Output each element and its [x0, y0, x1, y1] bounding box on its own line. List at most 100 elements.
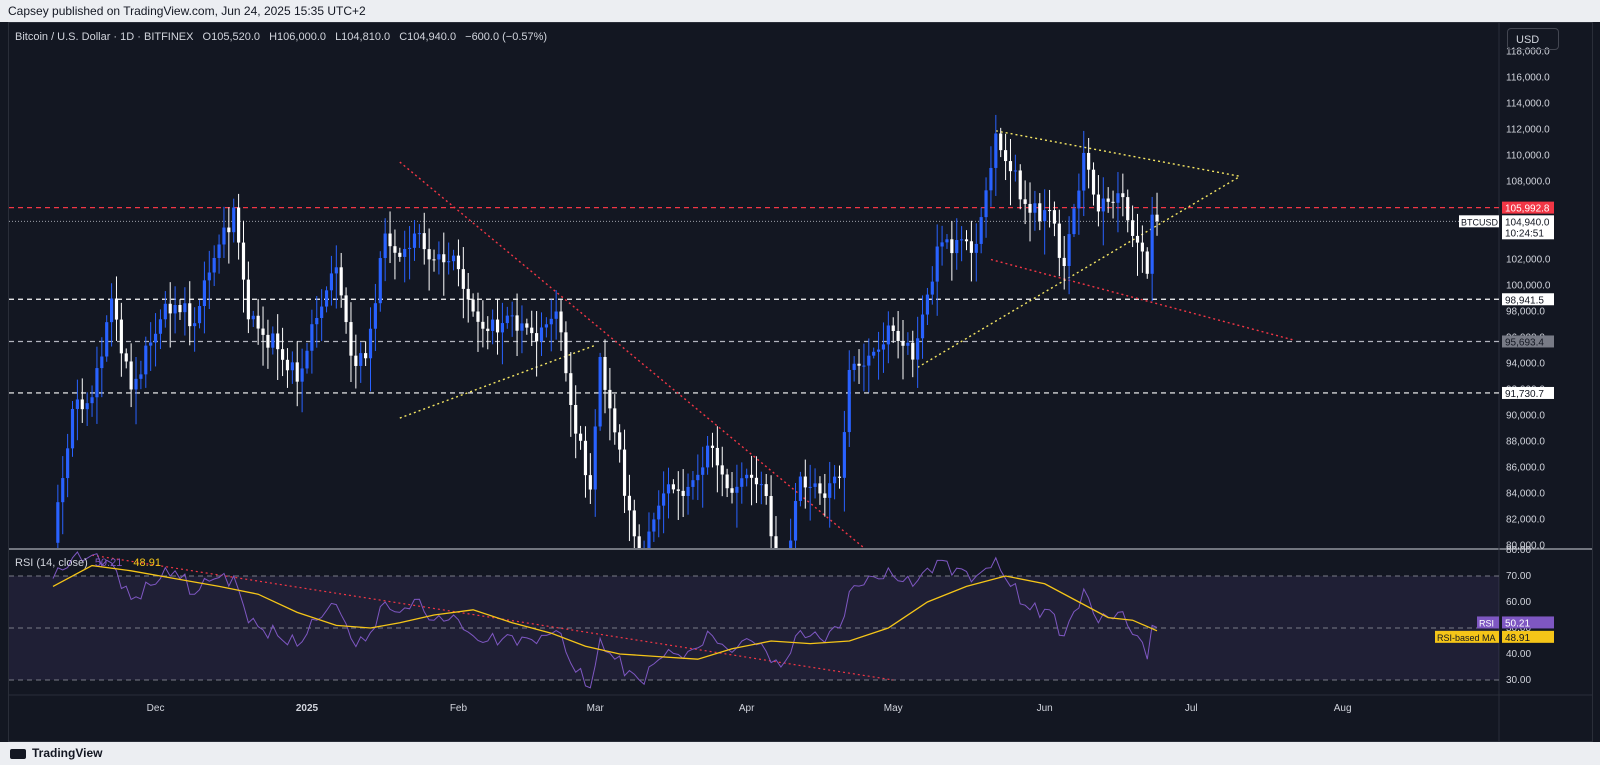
candle-body	[1018, 170, 1022, 200]
candle-body	[476, 311, 480, 322]
candle-body	[920, 314, 925, 339]
candle-body	[495, 319, 500, 333]
candle-body	[588, 475, 592, 490]
candle-body	[691, 480, 695, 487]
candle-body	[163, 303, 167, 320]
candle-body	[813, 483, 817, 487]
rsi-tick-label: 60.00	[1506, 597, 1531, 608]
candle-body	[686, 486, 690, 496]
rsi-layer	[9, 551, 1499, 689]
candle-body	[676, 489, 680, 491]
ohlc-close: C104,940.0	[399, 31, 457, 43]
candle-body	[901, 340, 905, 346]
candle-body	[339, 267, 343, 296]
candle-body	[793, 500, 798, 541]
time-tick-label: Dec	[147, 703, 165, 714]
price-tick-label: 94,000.0	[1506, 358, 1545, 369]
candle-body	[554, 311, 558, 319]
candle-body	[500, 323, 504, 333]
candle-body	[183, 303, 187, 313]
candle-body	[1052, 210, 1057, 224]
candle-body	[95, 368, 99, 398]
candle-body	[354, 355, 358, 366]
candle-body	[295, 362, 299, 382]
candle-body	[964, 239, 969, 242]
candle-body	[842, 432, 846, 478]
candle-body	[398, 252, 402, 257]
ohlc-low: L104,810.0	[335, 31, 391, 43]
candle-body	[427, 249, 431, 260]
candle-body	[578, 433, 583, 441]
candle-body	[100, 356, 104, 369]
candle-body	[1043, 210, 1047, 222]
candle-body	[759, 484, 763, 486]
candle-body	[168, 303, 172, 314]
candle-body	[583, 440, 588, 476]
rsi-tick-label: 70.00	[1506, 571, 1531, 582]
candle-body	[549, 318, 553, 325]
candle-body	[237, 207, 241, 243]
candle-body	[246, 279, 250, 320]
candle-body	[720, 465, 724, 475]
candle-body	[1131, 220, 1135, 236]
candle-body	[61, 478, 65, 503]
rsi-title: RSI (14, close)	[15, 557, 88, 569]
candle-body	[505, 315, 509, 324]
candle-body	[1033, 203, 1037, 213]
candle-body	[217, 244, 221, 258]
candle-body	[139, 374, 143, 379]
candle-body	[408, 247, 412, 249]
candle-body	[1121, 193, 1125, 198]
candle-body	[774, 536, 778, 548]
time-tick-label: Jun	[1037, 703, 1053, 714]
candle-body	[1082, 152, 1086, 191]
candle-body	[955, 240, 959, 254]
candle-body	[1028, 203, 1032, 213]
chart-frame[interactable]: 80,000.0 82,000.0 84,000.0 86,000.0 88,000.0…	[8, 22, 1593, 742]
candle-body	[657, 505, 661, 520]
candle-body	[1087, 152, 1091, 170]
candle-body	[730, 488, 734, 493]
candle-body	[378, 258, 382, 304]
candle-body	[798, 476, 802, 501]
candle-body	[593, 426, 597, 490]
candle-body	[437, 254, 441, 260]
candle-body	[613, 408, 617, 433]
time-tick-label: Mar	[587, 703, 605, 714]
candle-body	[383, 233, 387, 259]
candle-body	[1023, 199, 1027, 204]
candle-body	[544, 324, 548, 328]
candle-body	[701, 467, 705, 475]
rsi-name-tag: RSI	[1479, 618, 1494, 628]
level-label: 91,730.7	[1505, 389, 1544, 400]
candle-body	[114, 298, 119, 320]
candle-body	[271, 333, 275, 348]
candle-body	[134, 378, 138, 390]
candle-body	[491, 319, 495, 331]
price-tick-label: 86,000.0	[1506, 462, 1545, 473]
candle-body	[256, 315, 260, 329]
time-tick-label: May	[884, 703, 903, 714]
candle-body	[90, 397, 94, 404]
candle-body	[906, 342, 910, 346]
rsi-legend: RSI (14, close) 50.21 48.91	[15, 557, 161, 569]
candle-body	[368, 328, 373, 359]
candles-layer	[56, 114, 1159, 548]
candle-body	[1145, 251, 1149, 274]
candle-body	[598, 356, 602, 427]
candle-body	[608, 389, 612, 409]
candle-body	[75, 399, 79, 409]
ohlc-high: H106,000.0	[269, 31, 326, 43]
candle-body	[984, 190, 988, 218]
candle-body	[334, 267, 338, 274]
candle-body	[451, 255, 456, 262]
candle-body	[266, 334, 270, 348]
candle-body	[359, 353, 363, 366]
candle-body	[393, 246, 397, 253]
candle-body	[276, 333, 280, 350]
candle-body	[681, 490, 685, 496]
candle-body	[886, 325, 890, 345]
price-chart-svg[interactable]: 80,000.082,000.084,000.086,000.088,000.0…	[9, 23, 1593, 742]
candle-body	[412, 233, 417, 248]
currency-button[interactable]: USD	[1507, 28, 1559, 50]
